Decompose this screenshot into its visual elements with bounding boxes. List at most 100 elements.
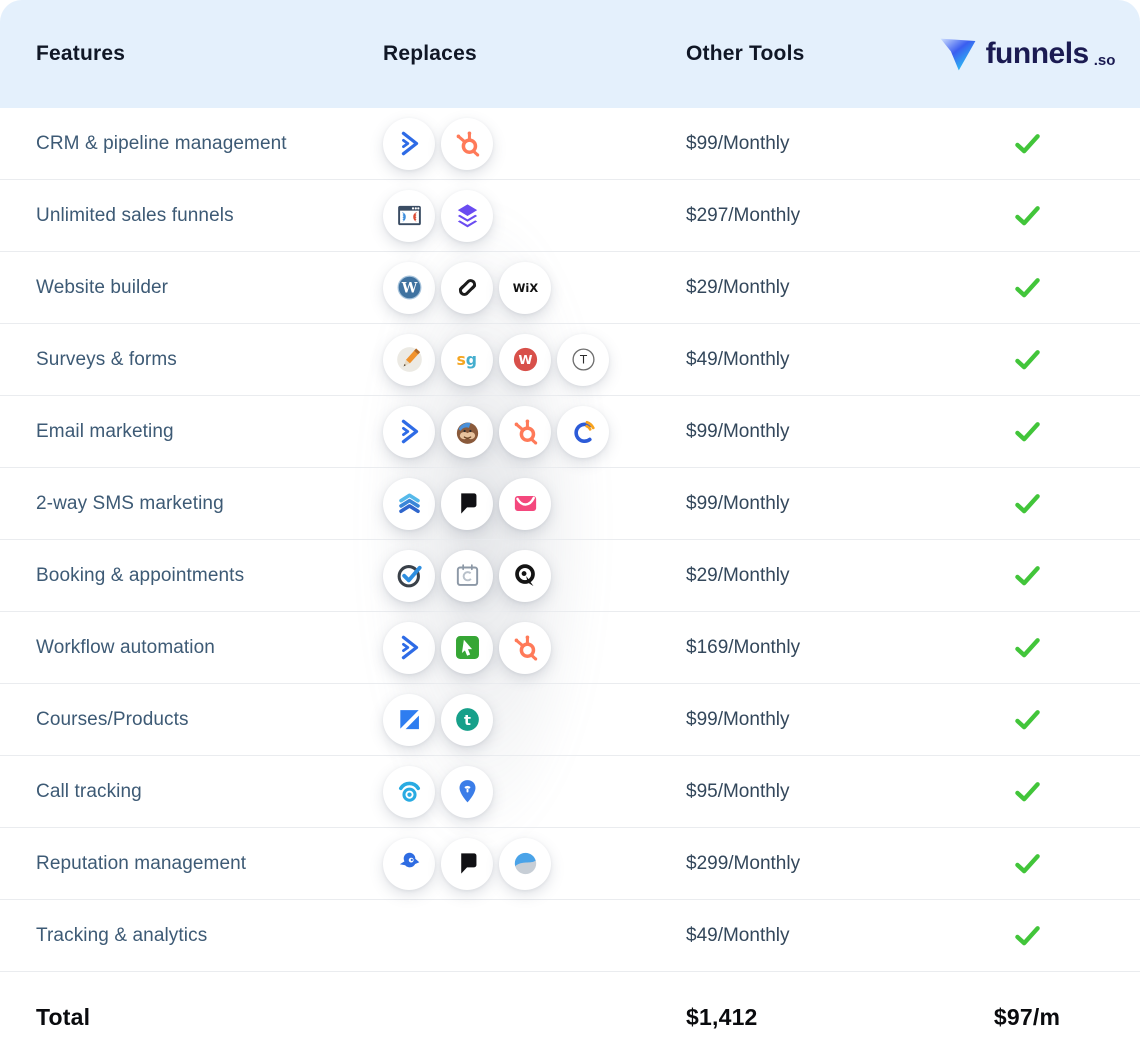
- table-row: Courses/Productst$99/Monthly: [0, 684, 1140, 756]
- wordpress-icon: W: [383, 262, 435, 314]
- replaced-tools: W WiX: [383, 262, 686, 314]
- other-tools-price: $99/Monthly: [686, 421, 914, 443]
- replaced-tools: [383, 190, 686, 242]
- column-header-replaces: Replaces: [383, 42, 686, 66]
- table-row: Tracking & analytics$49/Monthly: [0, 900, 1140, 972]
- clickfunnels-icon: [383, 190, 435, 242]
- funnels-total: $97/m: [994, 1004, 1060, 1031]
- hubspot-icon: [499, 406, 551, 458]
- included-checkmark-icon: [914, 276, 1140, 299]
- kajabi-icon: [383, 694, 435, 746]
- included-checkmark-icon: [914, 420, 1140, 443]
- included-checkmark-icon: [914, 492, 1140, 515]
- table-row: Unlimited sales funnels $297/Monthly: [0, 180, 1140, 252]
- feature-label: Workflow automation: [0, 637, 383, 659]
- activecampaign-icon: [383, 118, 435, 170]
- pencil-survey-icon: [383, 334, 435, 386]
- feature-label: Tracking & analytics: [0, 925, 383, 947]
- included-checkmark-icon: [914, 204, 1140, 227]
- call-pin-icon: [441, 766, 493, 818]
- feature-label: 2-way SMS marketing: [0, 493, 383, 515]
- leadpages-icon: [441, 190, 493, 242]
- teachable-icon: t: [441, 694, 493, 746]
- table-header: Features Replaces Other Tools funnels .: [0, 0, 1140, 108]
- table-row: 2-way SMS marketing $99/Monthly: [0, 468, 1140, 540]
- included-checkmark-icon: [914, 348, 1140, 371]
- pricing-comparison-table: Features Replaces Other Tools funnels .: [0, 0, 1140, 1052]
- svg-text:W: W: [518, 352, 532, 367]
- total-row: Total $1,412 $97/m: [0, 972, 1140, 1063]
- feature-label: CRM & pipeline management: [0, 133, 383, 155]
- feature-label: Unlimited sales funnels: [0, 205, 383, 227]
- other-tools-price: $49/Monthly: [686, 349, 914, 371]
- hubspot-icon: [441, 118, 493, 170]
- podium-icon: [441, 838, 493, 890]
- other-tools-price: $297/Monthly: [686, 205, 914, 227]
- activecampaign-icon: [383, 622, 435, 674]
- feature-label: Website builder: [0, 277, 383, 299]
- sms-chevrons-icon: [383, 478, 435, 530]
- keap-icon: [441, 622, 493, 674]
- table-row: Surveys & forms sg W T $49/Monthly: [0, 324, 1140, 396]
- replaced-tools: [383, 766, 686, 818]
- included-checkmark-icon: [914, 636, 1140, 659]
- feature-label: Email marketing: [0, 421, 383, 443]
- typeform-icon: T: [557, 334, 609, 386]
- other-tools-total: $1,412: [686, 1004, 914, 1031]
- pink-envelope-icon: [499, 478, 551, 530]
- replaced-tools: [383, 838, 686, 890]
- svg-text:W: W: [400, 281, 417, 297]
- table-row: Website builder W WiX $29/Monthly: [0, 252, 1140, 324]
- surveygizmo-icon: sg: [441, 334, 493, 386]
- other-tools-price: $29/Monthly: [686, 277, 914, 299]
- svg-text:WiX: WiX: [512, 281, 538, 295]
- svg-text:T: T: [578, 353, 587, 367]
- other-tools-price: $169/Monthly: [686, 637, 914, 659]
- reputation-swirl-icon: [499, 838, 551, 890]
- svg-text:g: g: [465, 350, 476, 369]
- wix-icon: WiX: [499, 262, 551, 314]
- svg-text:s: s: [456, 350, 465, 369]
- included-checkmark-icon: [914, 564, 1140, 587]
- wufoo-icon: W: [499, 334, 551, 386]
- replaced-tools: [383, 406, 686, 458]
- replaced-tools: [383, 118, 686, 170]
- hubspot-icon: [499, 622, 551, 674]
- constantcontact-icon: [557, 406, 609, 458]
- other-tools-price: $29/Monthly: [686, 565, 914, 587]
- mailchimp-icon: [441, 406, 493, 458]
- brand-logo[interactable]: funnels .so: [914, 36, 1140, 73]
- other-tools-price: $95/Monthly: [686, 781, 914, 803]
- svg-text:t: t: [464, 713, 471, 729]
- table-body: CRM & pipeline management $99/Monthly Unli…: [0, 108, 1140, 972]
- other-tools-price: $299/Monthly: [686, 853, 914, 875]
- feature-label: Reputation management: [0, 853, 383, 875]
- column-header-other-tools: Other Tools: [686, 42, 914, 66]
- calendly-icon: [441, 550, 493, 602]
- table-row: Workflow automation $169/Monthly: [0, 612, 1140, 684]
- feature-label: Call tracking: [0, 781, 383, 803]
- other-tools-price: $99/Monthly: [686, 133, 914, 155]
- column-header-features: Features: [0, 42, 383, 66]
- booking-check-icon: [383, 550, 435, 602]
- included-checkmark-icon: [914, 132, 1140, 155]
- included-checkmark-icon: [914, 780, 1140, 803]
- feature-label: Surveys & forms: [0, 349, 383, 371]
- activecampaign-icon: [383, 406, 435, 458]
- table-row: CRM & pipeline management $99/Monthly: [0, 108, 1140, 180]
- included-checkmark-icon: [914, 852, 1140, 875]
- brand-name: funnels: [986, 37, 1089, 71]
- replaced-tools: [383, 550, 686, 602]
- other-tools-price: $99/Monthly: [686, 493, 914, 515]
- funnel-gradient-icon: [939, 36, 977, 73]
- squarespace-icon: [441, 262, 493, 314]
- other-tools-price: $99/Monthly: [686, 709, 914, 731]
- replaced-tools: [383, 622, 686, 674]
- table-row: Call tracking $95/Monthly: [0, 756, 1140, 828]
- brand-suffix: .so: [1094, 52, 1116, 73]
- podium-icon: [441, 478, 493, 530]
- total-label: Total: [0, 1004, 383, 1031]
- callrail-icon: [383, 766, 435, 818]
- replaced-tools: sg W T: [383, 334, 686, 386]
- replaced-tools: t: [383, 694, 686, 746]
